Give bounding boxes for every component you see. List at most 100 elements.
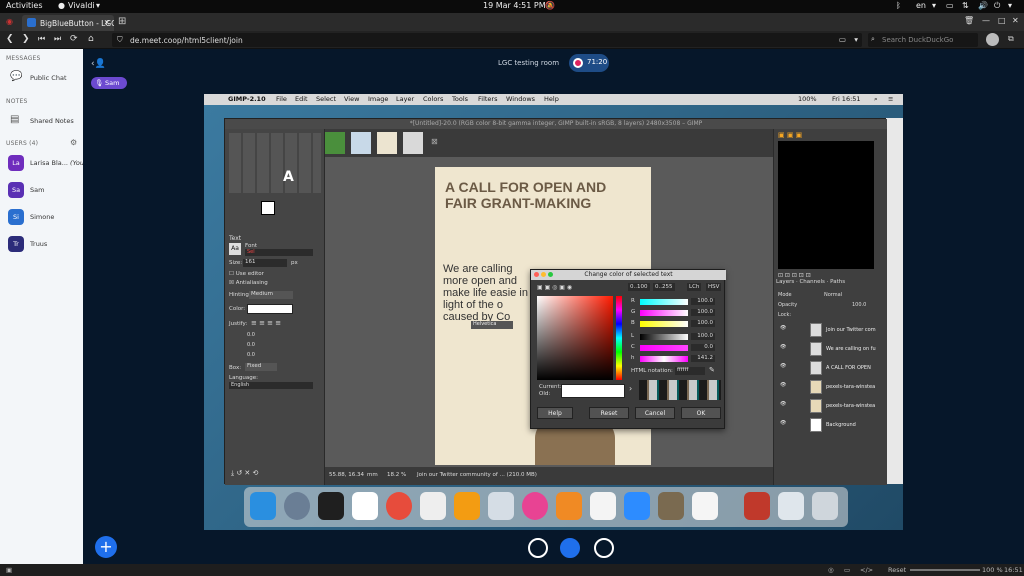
recording-indicator[interactable]: 71:20 (569, 54, 609, 72)
font-preview-icon[interactable]: Aa (229, 243, 241, 255)
scale-0-255-toggle[interactable]: 0..255 (653, 283, 675, 291)
color-history-swatches[interactable] (639, 380, 721, 400)
reload-icon[interactable]: ⟳ (70, 34, 78, 44)
hinting-select[interactable]: Medium (249, 291, 293, 299)
minimize-dot-icon[interactable] (541, 272, 546, 277)
eye-icon[interactable]: 👁 (780, 401, 788, 409)
profile-avatar[interactable] (986, 33, 999, 46)
code-icon[interactable]: </> (860, 566, 873, 574)
image-tab-thumbnail[interactable] (377, 132, 397, 154)
chrome-icon[interactable] (386, 492, 412, 520)
panel-toggle-icon[interactable]: ▣ (6, 566, 12, 574)
tool-grid[interactable] (229, 133, 321, 193)
chevron-down-icon[interactable]: ▾ (854, 35, 858, 44)
finder-icon[interactable] (250, 492, 276, 520)
antialiasing-checkbox[interactable]: ☒ Antialiasing (229, 280, 268, 286)
ok-button[interactable]: OK (681, 407, 721, 419)
hue-strip[interactable] (616, 296, 622, 380)
shared-notes-item[interactable]: ▤ Shared Notes (6, 112, 83, 130)
url-input[interactable]: ⛉ de.meet.coop/html5client/join ▭ ▾ (112, 33, 862, 47)
textedit-icon[interactable] (590, 492, 616, 520)
clock[interactable]: 19 Mar 4:51 PM (483, 1, 546, 10)
dock-buttons[interactable]: ⊡ ⊡ ⊡ ⊡ ⊡ (778, 272, 811, 279)
channel-slider-r[interactable]: R 100.0 (631, 298, 717, 305)
back-icon[interactable]: ❮ (6, 34, 14, 44)
mission-control-icon[interactable] (318, 492, 344, 520)
rewind-icon[interactable]: ⏮ (38, 34, 45, 44)
close-icon[interactable]: ✕ (104, 18, 110, 27)
leave-audio-button[interactable] (560, 538, 580, 558)
foreground-color-swatch[interactable] (261, 201, 275, 215)
channel-slider-b[interactable]: B 100.0 (631, 320, 717, 327)
language-indicator[interactable]: en (916, 1, 926, 10)
forward-icon[interactable]: ❯ (22, 34, 30, 44)
tab-bigbluebutton[interactable]: BigBlueButton - LGC testin ✕ (22, 15, 114, 31)
font-popup[interactable]: Helvetica (471, 321, 513, 329)
image-tab-thumbnail[interactable] (403, 132, 423, 154)
eye-icon[interactable]: 👁 (780, 363, 788, 371)
audacity-icon[interactable] (454, 492, 480, 520)
downloads-stack-icon[interactable] (744, 492, 770, 520)
home-icon[interactable]: ⌂ (88, 34, 94, 44)
color-picker-icon[interactable]: ✎ (709, 366, 715, 374)
tab-layers[interactable]: Layers (776, 279, 794, 285)
help-button[interactable]: Help (537, 407, 573, 419)
close-icon[interactable]: ⊠ (431, 137, 438, 146)
fast-forward-icon[interactable]: ⏭ (54, 34, 61, 44)
preview-icon[interactable] (488, 492, 514, 520)
image-icon[interactable]: ▭ (844, 566, 850, 574)
capture-icon[interactable]: ◎ (828, 566, 834, 574)
eye-icon[interactable]: 👁 (780, 344, 788, 352)
text-color-button[interactable] (247, 304, 293, 314)
user-list-item[interactable]: Si Simone (6, 207, 83, 229)
books-icon[interactable] (556, 492, 582, 520)
public-chat-item[interactable]: 💬 Public Chat (6, 69, 83, 87)
zoom-slider[interactable] (910, 569, 980, 571)
minimize-icon[interactable]: — (982, 16, 990, 25)
tab-paths[interactable]: Paths (830, 279, 845, 285)
launchpad-icon[interactable] (284, 492, 310, 520)
zoom-icon[interactable] (624, 492, 650, 520)
camera-icon[interactable]: ▭ (839, 35, 846, 44)
layer-row[interactable]: 👁 pexels-tara-winstea (778, 398, 884, 414)
layer-row[interactable]: 👁 pexels-tara-winstea (778, 379, 884, 395)
font-input[interactable]: Sel (245, 249, 313, 256)
brush-icon[interactable]: ▣ ▣ ▣ (778, 131, 802, 139)
eye-icon[interactable]: 👁 (780, 382, 788, 390)
color-selector-icons[interactable]: ▣ ▣ ◎ ▣ ◉ (537, 284, 572, 291)
use-editor-checkbox[interactable]: ☐ Use editor (229, 271, 264, 277)
text-tool-icon[interactable]: A (283, 169, 294, 185)
user-list-item[interactable]: Tr Truus (6, 234, 83, 256)
actions-add-button[interactable]: + (95, 536, 117, 558)
html-notation-input[interactable]: ffffff (675, 367, 705, 375)
channel-slider-g[interactable]: G 100.0 (631, 309, 717, 316)
layer-row[interactable]: 👁 Join our Twitter com (778, 322, 884, 338)
search-input[interactable]: ⌕ Search DuckDuckGo (868, 33, 978, 47)
photos-icon[interactable] (522, 492, 548, 520)
calendar-icon[interactable] (352, 492, 378, 520)
folder-stack-icon[interactable] (778, 492, 804, 520)
mode-select[interactable]: Normal (824, 292, 842, 298)
language-input[interactable]: English (229, 382, 313, 389)
size-input[interactable]: 161 (243, 259, 287, 267)
trash-icon[interactable] (812, 492, 838, 520)
color-picker-area[interactable] (537, 296, 613, 380)
layer-row[interactable]: 👁 Background (778, 417, 884, 433)
eye-icon[interactable]: 👁 (780, 420, 788, 428)
box-select[interactable]: Fixed (245, 363, 277, 371)
vivaldi-menu-icon[interactable]: ◉ (6, 17, 13, 26)
justify-buttons[interactable]: ≡ ≡ ≡ ≡ (251, 319, 281, 327)
user-list-item[interactable]: La Larisa Bla... (You) (6, 153, 86, 175)
image-tab-thumbnail[interactable] (351, 132, 371, 154)
scale-0-100-toggle[interactable]: 0..100 (628, 283, 650, 291)
share-webcam-button[interactable] (594, 538, 614, 558)
reset-button[interactable]: Reset (589, 407, 629, 419)
tab-channels[interactable]: Channels (799, 279, 824, 285)
letter-spacing-input[interactable]: 0.0 (247, 352, 255, 358)
unit-select[interactable]: mm (367, 472, 378, 478)
lch-toggle[interactable]: LCh (687, 283, 702, 291)
zoom-dot-icon[interactable] (548, 272, 553, 277)
save-options-icon[interactable]: ⤓ ↺ ✕ ⟲ (231, 469, 258, 478)
reset-zoom-button[interactable]: Reset (888, 566, 906, 574)
layer-row[interactable]: 👁 A CALL FOR OPEN (778, 360, 884, 376)
